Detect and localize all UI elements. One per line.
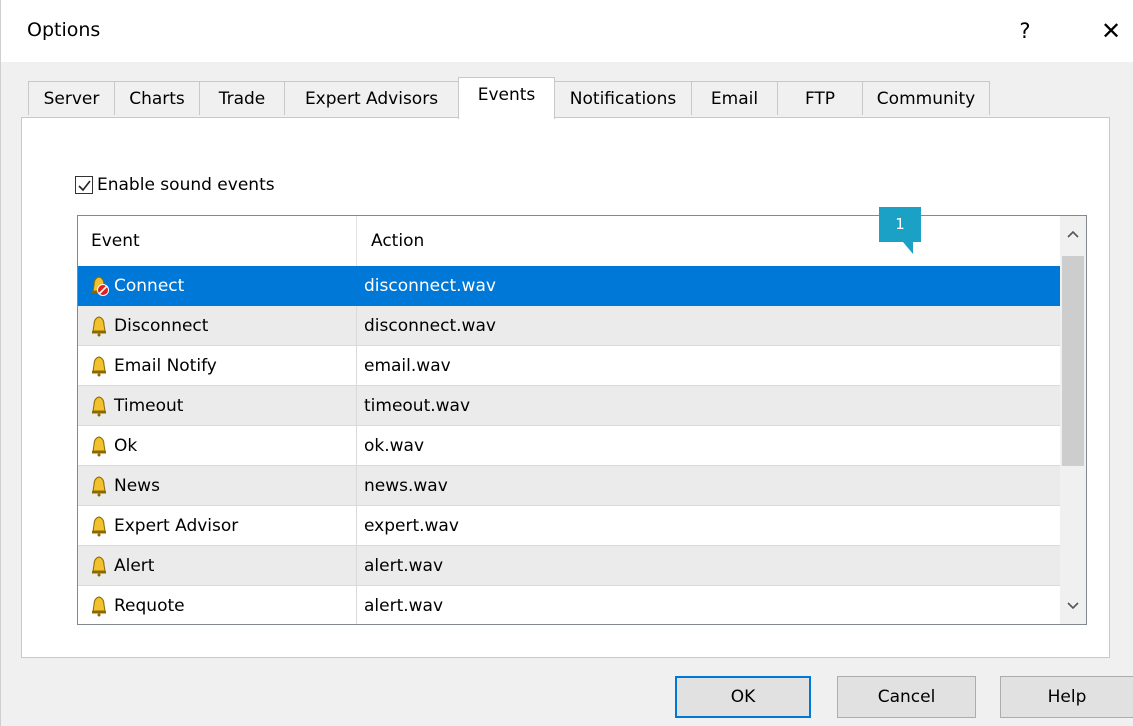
tab-expert-advisors[interactable]: Expert Advisors [284, 81, 459, 115]
event-cell: Ok [78, 426, 357, 466]
action-cell: ok.wav [357, 426, 1060, 466]
close-icon[interactable]: ✕ [1091, 12, 1131, 50]
ok-button[interactable]: OK [675, 676, 811, 718]
bell-icon [92, 355, 106, 376]
options-dialog: Options ? ✕ Server Charts Trade Expert A… [0, 0, 1133, 726]
dialog-title: Options [27, 19, 101, 41]
checkbox-box[interactable] [75, 176, 93, 194]
tab-email[interactable]: Email [691, 81, 778, 115]
bell-icon [92, 595, 106, 616]
event-cell: Disconnect [78, 306, 357, 346]
enable-sound-events-label: Enable sound events [97, 175, 275, 195]
table-row[interactable]: Connect disconnect.wav [78, 266, 1060, 306]
action-cell: timeout.wav [357, 386, 1060, 426]
events-list: Event Action Connect disconnect.wav Disc… [77, 215, 1087, 625]
events-panel: Enable sound events Event Action Connect… [21, 117, 1110, 658]
title-bar: Options ? ✕ [1, 0, 1133, 62]
tab-events[interactable]: Events [458, 77, 555, 119]
vertical-scrollbar[interactable] [1060, 216, 1086, 624]
action-cell: disconnect.wav [357, 306, 1060, 346]
event-name: Email Notify [114, 355, 217, 376]
action-cell: alert.wav [357, 546, 1060, 586]
callout-marker: 1 [879, 207, 921, 254]
event-cell: Alert [78, 546, 357, 586]
bell-icon [92, 555, 106, 576]
tab-notifications[interactable]: Notifications [554, 81, 692, 115]
event-name: News [114, 475, 160, 496]
tab-charts[interactable]: Charts [114, 81, 200, 115]
event-cell: Expert Advisor [78, 506, 357, 546]
tab-server[interactable]: Server [28, 81, 115, 115]
event-name: Expert Advisor [114, 515, 239, 536]
table-row[interactable]: Requote alert.wav [78, 586, 1060, 624]
event-name: Requote [114, 595, 185, 616]
action-cell: expert.wav [357, 506, 1060, 546]
scroll-down-arrow-icon[interactable] [1060, 588, 1086, 624]
bell-disabled-icon [92, 275, 109, 296]
scrollbar-thumb[interactable] [1062, 256, 1084, 466]
help-button[interactable]: Help [1000, 676, 1133, 718]
event-name: Disconnect [114, 315, 209, 336]
bell-icon [92, 435, 106, 456]
event-name: Timeout [114, 395, 184, 416]
bell-icon [92, 515, 106, 536]
event-name: Ok [114, 435, 138, 456]
event-cell: News [78, 466, 357, 506]
action-cell: news.wav [357, 466, 1060, 506]
table-row[interactable]: Disconnect disconnect.wav [78, 306, 1060, 346]
event-cell: Requote [78, 586, 357, 624]
table-row[interactable]: Expert Advisor expert.wav [78, 506, 1060, 546]
table-row[interactable]: Timeout timeout.wav [78, 386, 1060, 426]
column-header-event[interactable]: Event [78, 216, 357, 266]
tab-ftp[interactable]: FTP [777, 81, 863, 115]
table-row[interactable]: Ok ok.wav [78, 426, 1060, 466]
scroll-up-arrow-icon[interactable] [1060, 216, 1086, 252]
event-cell: Email Notify [78, 346, 357, 386]
action-cell: email.wav [357, 346, 1060, 386]
table-row[interactable]: News news.wav [78, 466, 1060, 506]
action-cell: disconnect.wav [357, 266, 1060, 306]
tab-trade[interactable]: Trade [199, 81, 285, 115]
column-header-action[interactable]: Action [357, 216, 1060, 266]
event-name: Alert [114, 555, 155, 576]
event-cell: Timeout [78, 386, 357, 426]
cancel-button[interactable]: Cancel [837, 676, 976, 718]
bell-icon [92, 395, 106, 416]
checkmark-icon [78, 180, 91, 192]
event-name: Connect [114, 275, 185, 296]
table-row[interactable]: Alert alert.wav [78, 546, 1060, 586]
tab-community[interactable]: Community [862, 81, 990, 115]
event-cell: Connect [78, 266, 357, 306]
bell-icon [92, 475, 106, 496]
table-row[interactable]: Email Notify email.wav [78, 346, 1060, 386]
bell-icon [92, 315, 106, 336]
action-cell: alert.wav [357, 586, 1060, 624]
enable-sound-events-checkbox[interactable]: Enable sound events [75, 173, 275, 197]
help-question-icon[interactable]: ? [1005, 12, 1045, 50]
